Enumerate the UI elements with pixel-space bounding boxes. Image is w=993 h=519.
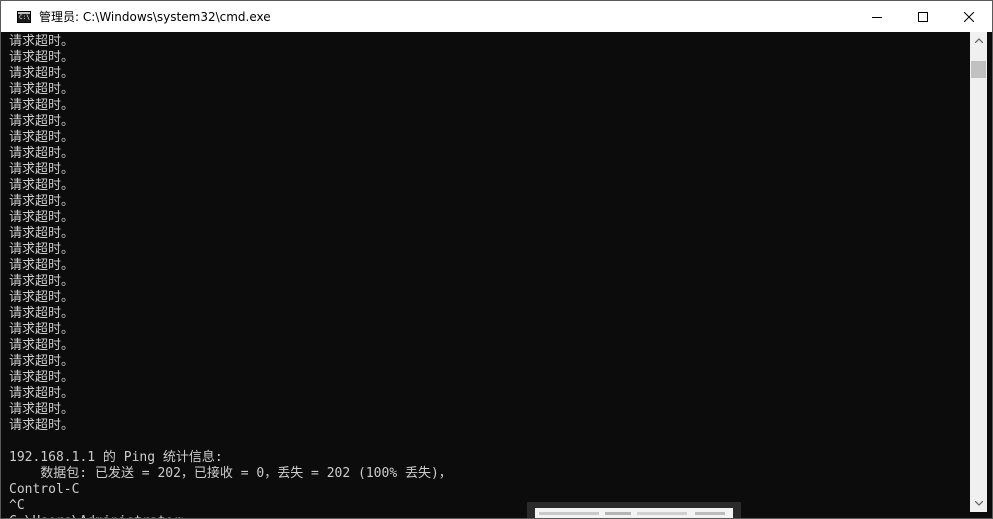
minimize-icon (872, 16, 882, 18)
console-lines: 请求超时。 请求超时。 请求超时。 请求超时。 请求超时。 请求超时。 请求超时。 请求超时。… (9, 34, 452, 518)
title-bar[interactable]: C:\ 管理员: C:\Windows\system32\cmd.exe (1, 1, 992, 32)
console-line: 请求超时。 (9, 274, 75, 289)
console-line: C:\Users\Administrator> (9, 514, 452, 518)
scroll-up-button[interactable] (970, 32, 987, 49)
console-line: 请求超时。 (9, 98, 75, 113)
cmd-app-icon[interactable]: C:\ (17, 10, 31, 23)
taskbar-window-preview[interactable] (527, 502, 741, 518)
console-line: 192.168.1.1 的 Ping 统计信息: (9, 450, 223, 465)
vertical-scrollbar[interactable] (970, 32, 987, 512)
scroll-up-arrow-icon (974, 38, 983, 43)
console-line: 请求超时。 (9, 146, 75, 161)
console-line: 请求超时。 (9, 178, 75, 193)
console-line: 请求超时。 (9, 226, 75, 241)
console-output[interactable]: 请求超时。 请求超时。 请求超时。 请求超时。 请求超时。 请求超时。 请求超时。 请求超时。… (1, 32, 976, 518)
console-line: 请求超时。 (9, 130, 75, 145)
window-controls (854, 1, 992, 32)
cmd-app-icon-label: C:\ (19, 13, 30, 21)
console-line: 请求超时。 (9, 114, 75, 129)
window-title: 管理员: C:\Windows\system32\cmd.exe (39, 10, 271, 24)
console-line: 请求超时。 (9, 194, 75, 209)
scroll-down-arrow-icon (974, 501, 983, 506)
close-icon (964, 11, 974, 22)
console-line: 请求超时。 (9, 66, 75, 81)
console-line: 请求超时。 (9, 34, 75, 49)
console-line: ^C (9, 498, 25, 513)
maximize-icon (918, 11, 928, 22)
console-line: 请求超时。 (9, 210, 75, 225)
cmd-window: C:\ 管理员: C:\Windows\system32\cmd.exe 请求超… (0, 0, 993, 519)
scroll-down-button[interactable] (970, 495, 987, 512)
console-line: 请求超时。 (9, 242, 75, 257)
console-line: 请求超时。 (9, 386, 75, 401)
console-line: 请求超时。 (9, 402, 75, 417)
console-line: 数据包: 已发送 = 202，已接收 = 0，丢失 = 202 (100% 丢失… (9, 466, 452, 481)
console-line: 请求超时。 (9, 338, 75, 353)
console-line: Control-C (9, 482, 80, 497)
console-line: 请求超时。 (9, 162, 75, 177)
console-line: 请求超时。 (9, 370, 75, 385)
close-button[interactable] (946, 1, 992, 32)
minimize-button[interactable] (854, 1, 900, 32)
maximize-button[interactable] (900, 1, 946, 32)
console-line: 请求超时。 (9, 290, 75, 305)
console-line: 请求超时。 (9, 418, 75, 433)
scroll-thumb[interactable] (971, 61, 986, 78)
console-line: 请求超时。 (9, 258, 75, 273)
console-line: 请求超时。 (9, 50, 75, 65)
preview-image (535, 508, 733, 518)
console-line: 请求超时。 (9, 82, 75, 97)
console-line: 请求超时。 (9, 354, 75, 369)
console-line: 请求超时。 (9, 306, 75, 321)
console-line: 请求超时。 (9, 322, 75, 337)
